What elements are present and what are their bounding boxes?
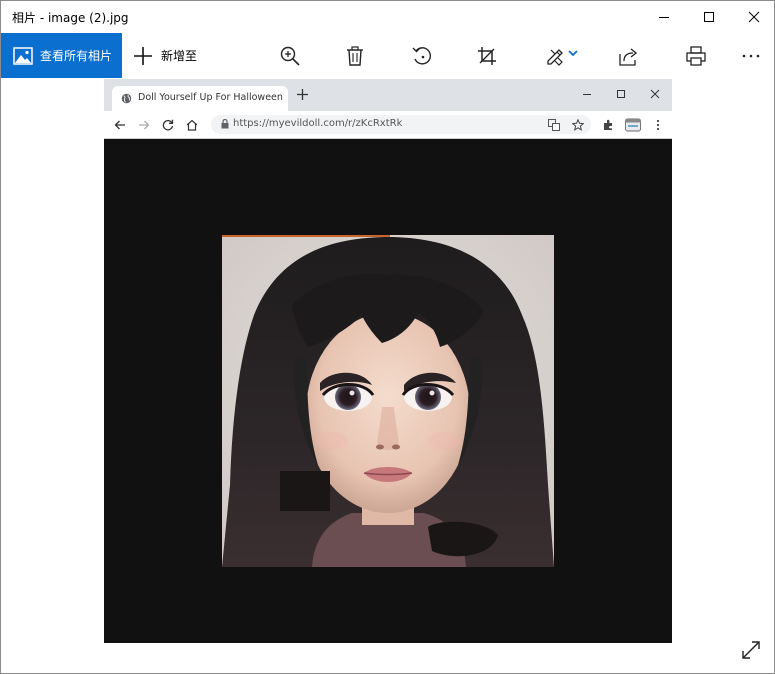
print-button[interactable] [676,33,716,78]
zoom-icon [280,46,300,66]
delete-icon [347,45,363,66]
minimize-button[interactable] [641,1,687,33]
share-icon [619,47,638,66]
photos-app-window: 相片 - image (2).jpg 查看所有相片 新增至 Doll Yours… [0,0,775,674]
see-all-photos-label: 查看所有相片 [40,49,113,63]
browser-menu-icon [649,116,667,134]
fullscreen-expand-icon[interactable] [741,640,761,660]
maximize-button[interactable] [686,1,732,33]
browser-maximize [611,84,631,104]
close-icon [650,89,660,99]
zoom-button[interactable] [270,33,310,78]
browser-url: https://myevildoll.com/r/zKcRxtRk [233,118,403,129]
new-tab-icon [297,89,308,100]
doll-face-photo [222,235,554,567]
crop-icon [478,46,496,65]
rotate-icon [412,46,431,65]
rotate-button[interactable] [402,33,442,78]
print-icon [686,45,706,66]
edit-and-create-button[interactable] [538,33,586,78]
photo-gallery-icon [13,46,33,65]
lock-icon [221,119,229,129]
translate-icon [545,116,563,134]
browser-minimize [577,84,597,104]
minimize-icon [583,94,591,95]
maximize-icon [617,90,625,98]
add-to-button[interactable]: 新增至 [123,33,197,78]
browser-address-bar: https://myevildoll.com/r/zKcRxtRk [211,115,591,134]
reload-icon [159,116,177,134]
more-icon [742,54,760,57]
share-button[interactable] [609,33,649,78]
title-bar: 相片 - image (2).jpg [1,1,774,33]
toolbar: 查看所有相片 新增至 [1,33,774,78]
star-icon [569,116,587,134]
maximize-icon [704,12,714,22]
delete-button[interactable] [335,33,375,78]
browser-tab-strip: Doll Yourself Up For Halloween [104,79,672,111]
crop-button[interactable] [467,33,507,78]
forward-arrow-icon [135,116,153,134]
browser-toolbar: https://myevildoll.com/r/zKcRxtRk [104,111,672,139]
plus-icon [134,46,152,65]
more-button[interactable] [731,33,771,78]
close-icon [748,11,760,23]
browser-close [645,84,665,104]
add-to-label: 新增至 [161,49,198,63]
close-button[interactable] [731,1,774,33]
photo-viewer-image: Doll Yourself Up For Halloween https://m… [104,79,672,643]
globe-icon [121,93,132,104]
minimize-icon [659,17,669,18]
see-all-photos-button[interactable]: 查看所有相片 [1,33,122,78]
edit-icon [547,48,578,66]
browser-tab: Doll Yourself Up For Halloween [112,86,288,111]
back-arrow-icon [111,116,129,134]
browser-page-content [104,139,672,643]
calendar-extension-icon [622,116,644,134]
home-icon [183,116,201,134]
window-title: 相片 - image (2).jpg [12,11,129,25]
browser-tab-title: Doll Yourself Up For Halloween [138,92,283,103]
extensions-icon [599,116,617,134]
